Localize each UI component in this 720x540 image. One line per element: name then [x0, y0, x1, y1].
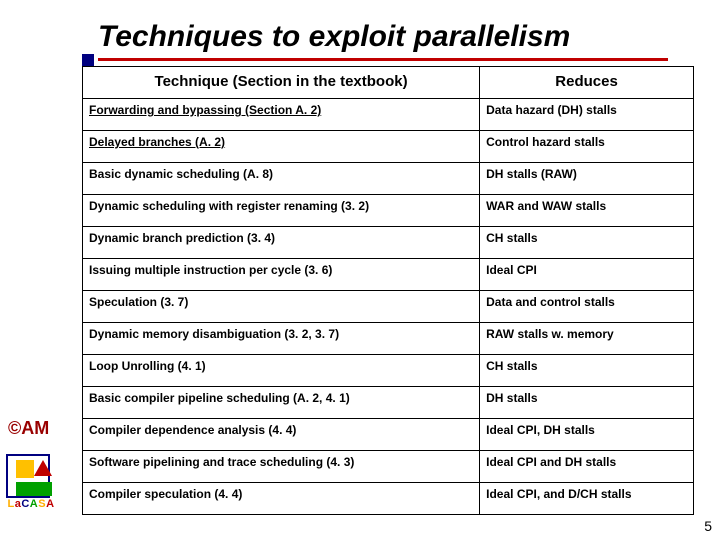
logo-bar-icon [16, 482, 52, 496]
cell-technique: Dynamic scheduling with register renamin… [83, 195, 480, 227]
cell-technique: Loop Unrolling (4. 1) [83, 355, 480, 387]
header-reduces: Reduces [480, 67, 694, 99]
cell-reduces: Control hazard stalls [480, 131, 694, 163]
slide: Techniques to exploit parallelism Techni… [0, 0, 720, 540]
header-technique: Technique (Section in the textbook) [83, 67, 480, 99]
cell-technique: Dynamic branch prediction (3. 4) [83, 227, 480, 259]
table-row: Dynamic branch prediction (3. 4)CH stall… [83, 227, 694, 259]
table-row: Compiler dependence analysis (4. 4)Ideal… [83, 419, 694, 451]
logo-letter: C [21, 498, 29, 510]
table-row: Dynamic scheduling with register renamin… [83, 195, 694, 227]
logo-letter: S [38, 498, 46, 510]
cell-technique: Speculation (3. 7) [83, 291, 480, 323]
logo-triangle-icon [34, 460, 52, 476]
cell-reduces: DH stalls [480, 387, 694, 419]
cell-reduces: Ideal CPI, DH stalls [480, 419, 694, 451]
cell-reduces: CH stalls [480, 227, 694, 259]
cell-reduces: Ideal CPI [480, 259, 694, 291]
table-row: Dynamic memory disambiguation (3. 2, 3. … [83, 323, 694, 355]
cell-technique: Issuing multiple instruction per cycle (… [83, 259, 480, 291]
cell-technique: Software pipelining and trace scheduling… [83, 451, 480, 483]
table-row: Compiler speculation (4. 4)Ideal CPI, an… [83, 483, 694, 515]
cell-reduces: CH stalls [480, 355, 694, 387]
cell-technique: Basic dynamic scheduling (A. 8) [83, 163, 480, 195]
logo-letter: A [46, 498, 54, 510]
logo-letter: L [7, 498, 14, 510]
table-row: Loop Unrolling (4. 1)CH stalls [83, 355, 694, 387]
table-row: Forwarding and bypassing (Section A. 2)D… [83, 99, 694, 131]
cell-reduces: Ideal CPI, and D/CH stalls [480, 483, 694, 515]
table-row: Issuing multiple instruction per cycle (… [83, 259, 694, 291]
logo-square-icon [16, 460, 34, 478]
cell-technique: Compiler dependence analysis (4. 4) [83, 419, 480, 451]
logo-frame-icon [6, 454, 50, 498]
logo-text: LaCASA [2, 498, 60, 510]
copyright-mark: ©AM [8, 418, 49, 439]
lacasa-logo: LaCASA [2, 454, 54, 510]
cell-technique: Basic compiler pipeline scheduling (A. 2… [83, 387, 480, 419]
table-row: Speculation (3. 7)Data and control stall… [83, 291, 694, 323]
table-row: Basic compiler pipeline scheduling (A. 2… [83, 387, 694, 419]
cell-reduces: Ideal CPI and DH stalls [480, 451, 694, 483]
techniques-table: Technique (Section in the textbook) Redu… [82, 66, 694, 515]
cell-reduces: Data hazard (DH) stalls [480, 99, 694, 131]
cell-technique: Compiler speculation (4. 4) [83, 483, 480, 515]
cell-reduces: WAR and WAW stalls [480, 195, 694, 227]
table-row: Software pipelining and trace scheduling… [83, 451, 694, 483]
slide-title: Techniques to exploit parallelism [98, 20, 668, 61]
table-row: Basic dynamic scheduling (A. 8)DH stalls… [83, 163, 694, 195]
logo-letter: A [30, 498, 38, 510]
cell-technique: Dynamic memory disambiguation (3. 2, 3. … [83, 323, 480, 355]
cell-technique: Forwarding and bypassing (Section A. 2) [83, 99, 480, 131]
cell-technique: Delayed branches (A. 2) [83, 131, 480, 163]
table-row: Delayed branches (A. 2)Control hazard st… [83, 131, 694, 163]
cell-reduces: Data and control stalls [480, 291, 694, 323]
cell-reduces: RAW stalls w. memory [480, 323, 694, 355]
table-header-row: Technique (Section in the textbook) Redu… [83, 67, 694, 99]
title-bullet-icon [82, 54, 94, 66]
page-number: 5 [704, 518, 712, 534]
cell-reduces: DH stalls (RAW) [480, 163, 694, 195]
